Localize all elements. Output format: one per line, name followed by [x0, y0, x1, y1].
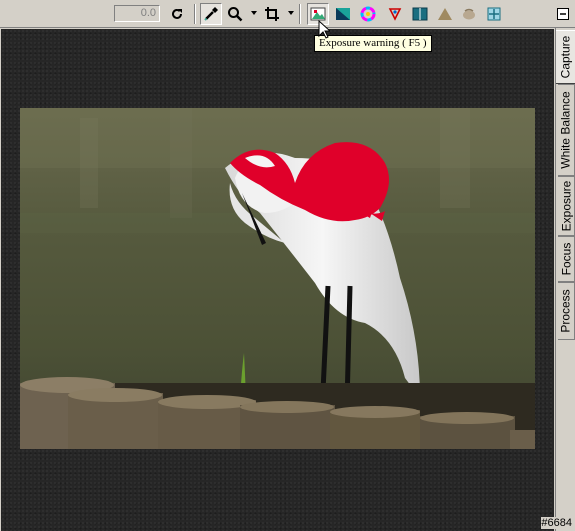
tab-capture[interactable]: Capture — [556, 30, 575, 84]
magnifier-icon — [228, 7, 243, 22]
rotation-field[interactable]: 0.0 — [114, 5, 160, 22]
focus-icon — [388, 8, 402, 21]
exposure-warning-tooltip: Exposure warning ( F5 ) — [314, 35, 432, 52]
tab-label: Exposure — [559, 180, 574, 232]
crop-button[interactable] — [261, 3, 283, 25]
minimize-panel-button[interactable] — [552, 3, 574, 25]
toolbar-separator — [299, 4, 301, 24]
triangle-icon — [438, 8, 452, 20]
egret-photo — [20, 108, 535, 449]
toolbar-separator — [194, 4, 196, 24]
app-window: 0.0 Exposure warning (F5) Capture Whit… — [0, 0, 575, 531]
triangle-button[interactable] — [434, 3, 456, 25]
compare-icon — [412, 7, 428, 21]
hand-icon — [463, 8, 475, 20]
exposure-warning-icon — [310, 7, 326, 21]
image-canvas[interactable] — [1, 29, 554, 531]
tab-label: Capture — [558, 35, 573, 79]
tab-white-balance[interactable]: White Balance — [558, 84, 575, 176]
fit-icon — [487, 7, 501, 21]
eyedropper-button[interactable] — [200, 3, 222, 25]
tab-focus[interactable]: Focus — [558, 236, 575, 282]
tab-label: Focus — [559, 242, 573, 276]
rotate-icon — [172, 8, 182, 19]
tab-label: Process — [559, 289, 574, 333]
tab-process[interactable]: Process — [558, 282, 575, 340]
zoom-dropdown-arrow[interactable] — [251, 11, 257, 15]
tab-label: White Balance — [559, 91, 573, 169]
crop-icon — [265, 7, 279, 21]
shadow-warning-button[interactable] — [332, 3, 354, 25]
toolbar: 0.0 — [0, 0, 575, 28]
shadow-icon — [336, 8, 350, 20]
color-wheel-icon — [360, 6, 376, 22]
focus-button[interactable] — [384, 3, 406, 25]
rotate-button[interactable] — [166, 3, 188, 25]
image-counter: #6684 — [541, 517, 572, 529]
fit-window-button[interactable] — [483, 3, 505, 25]
eyedropper-icon — [204, 7, 218, 21]
zoom-button[interactable] — [224, 3, 246, 25]
photo-preview[interactable] — [20, 108, 535, 449]
side-tab-panel: Capture White Balance Exposure Focus Pro… — [555, 28, 575, 531]
compare-button[interactable] — [409, 3, 431, 25]
hand-button[interactable] — [458, 3, 480, 25]
tab-exposure[interactable]: Exposure — [558, 176, 575, 236]
mouse-cursor-icon — [318, 20, 330, 39]
minimize-icon — [557, 8, 569, 20]
crop-dropdown-arrow[interactable] — [288, 11, 294, 15]
color-wheel-button[interactable] — [357, 3, 379, 25]
